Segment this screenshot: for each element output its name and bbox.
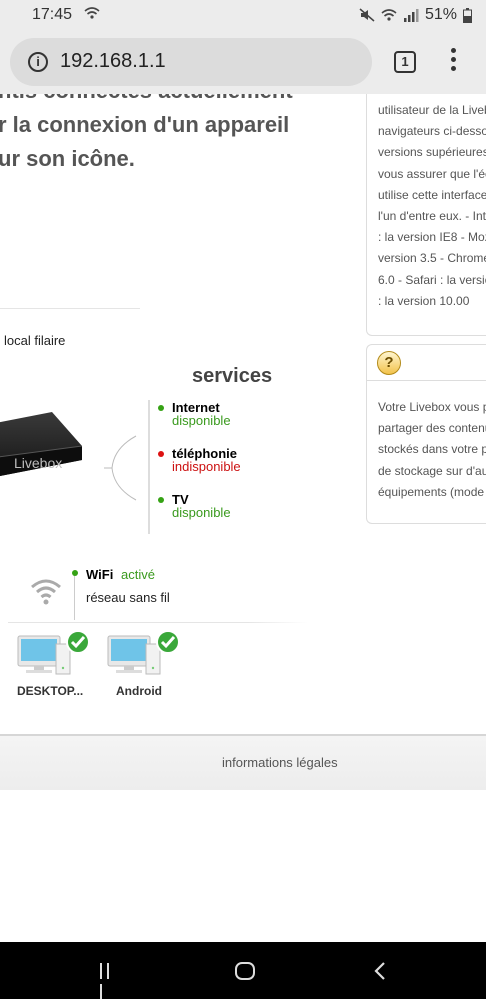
panel-line: : la version 10.00 — [378, 293, 470, 308]
panel-line: utilisateur de la Livebox — [378, 103, 486, 117]
status-icons: 51% — [359, 6, 472, 24]
device-name-android[interactable]: Android — [116, 684, 162, 698]
panel-line: : la version IE8 - Mozilla — [378, 230, 486, 245]
home-icon[interactable] — [235, 962, 255, 980]
status-dot-icon — [158, 497, 164, 503]
page-content: ntis connectés actuellement r la connexi… — [0, 94, 486, 942]
service-state: disponible — [172, 505, 231, 520]
wifi-call-icon — [84, 7, 100, 19]
computer-icon[interactable] — [16, 630, 92, 676]
service-state: indisponible — [172, 459, 241, 474]
recent-apps-icon[interactable] — [100, 963, 120, 999]
status-time: 17:45 — [32, 6, 73, 23]
heading-line: r la connexion d'un appareil — [0, 112, 290, 137]
livebox-brand-text: Livebox — [14, 455, 62, 471]
panel-line: version 3.5 - Chrome — [378, 251, 486, 266]
divider — [8, 622, 308, 623]
divider — [0, 308, 140, 309]
address-bar[interactable]: i 192.168.1.1 — [10, 38, 372, 86]
wifi-state: activé — [121, 567, 155, 582]
livebox-device-image[interactable]: Livebox — [0, 412, 86, 486]
signal-icon — [403, 9, 419, 22]
status-dot-icon — [158, 405, 164, 411]
panel-line: l'un d'entre eux. - Internet — [378, 209, 486, 224]
panel-line: vous assurer que l'écran — [378, 166, 486, 181]
panel-line: Votre Livebox vous permet — [378, 400, 486, 414]
battery-percent: 51% — [424, 6, 457, 23]
heading-line: ntis connectés actuellement — [0, 94, 358, 108]
panel-line: équipements (mode — [378, 484, 485, 499]
status-bar: 17:45 51% — [0, 0, 486, 30]
url-text[interactable]: 192.168.1.1 — [60, 50, 166, 73]
help-header: ? — [367, 345, 486, 381]
device-name-desktop[interactable]: DESKTOP... — [17, 684, 83, 698]
page-heading: ntis connectés actuellement r la connexi… — [0, 94, 358, 176]
wifi-network-icon[interactable] — [30, 578, 62, 606]
divider — [74, 574, 75, 620]
panel-text: Votre Livebox vous permet partager des c… — [378, 397, 486, 503]
panel-line: 6.0 - Safari : la version — [378, 272, 486, 287]
browser-toolbar: i 192.168.1.1 1 — [0, 30, 486, 94]
system-navigation-bar — [0, 942, 486, 999]
panel-line: navigateurs ci-dessous — [378, 124, 486, 139]
wifi-icon — [381, 9, 397, 21]
battery-icon — [463, 7, 472, 23]
legal-info-link[interactable]: informations légales — [222, 755, 338, 770]
panel-text: utilisateur de la Livebox navigateurs ci… — [378, 100, 486, 312]
help-icon[interactable]: ? — [377, 351, 401, 375]
panel-line: de stockage sur d'autres — [378, 463, 486, 478]
page-footer: informations légales — [0, 734, 486, 790]
browser-info-panel: utilisateur de la Livebox navigateurs ci… — [366, 94, 486, 336]
help-panel: ? Votre Livebox vous permet partager des… — [366, 344, 486, 524]
local-filaire-label: local filaire — [4, 333, 66, 348]
service-state: disponible — [172, 413, 231, 428]
tab-switcher-button[interactable]: 1 — [394, 51, 416, 73]
status-dot-icon — [158, 451, 164, 457]
services-bracket — [104, 400, 150, 534]
wifi-sub-label: réseau sans fil — [86, 590, 170, 605]
info-icon[interactable]: i — [28, 52, 48, 72]
status-dot-icon — [72, 570, 78, 576]
overflow-menu-icon[interactable] — [446, 48, 460, 76]
mute-icon — [359, 8, 375, 22]
heading-line: ur son icône. — [0, 146, 135, 171]
panel-line: partager des contenus — [378, 421, 486, 436]
panel-line: versions supérieures — [378, 145, 486, 160]
computer-icon[interactable] — [106, 630, 182, 676]
panel-line: utilise cette interface — [378, 187, 486, 202]
panel-line: stockés dans votre périphérique — [378, 442, 486, 457]
back-icon[interactable] — [372, 961, 388, 981]
wifi-label: WiFi — [86, 567, 114, 582]
services-title: services — [192, 365, 273, 387]
